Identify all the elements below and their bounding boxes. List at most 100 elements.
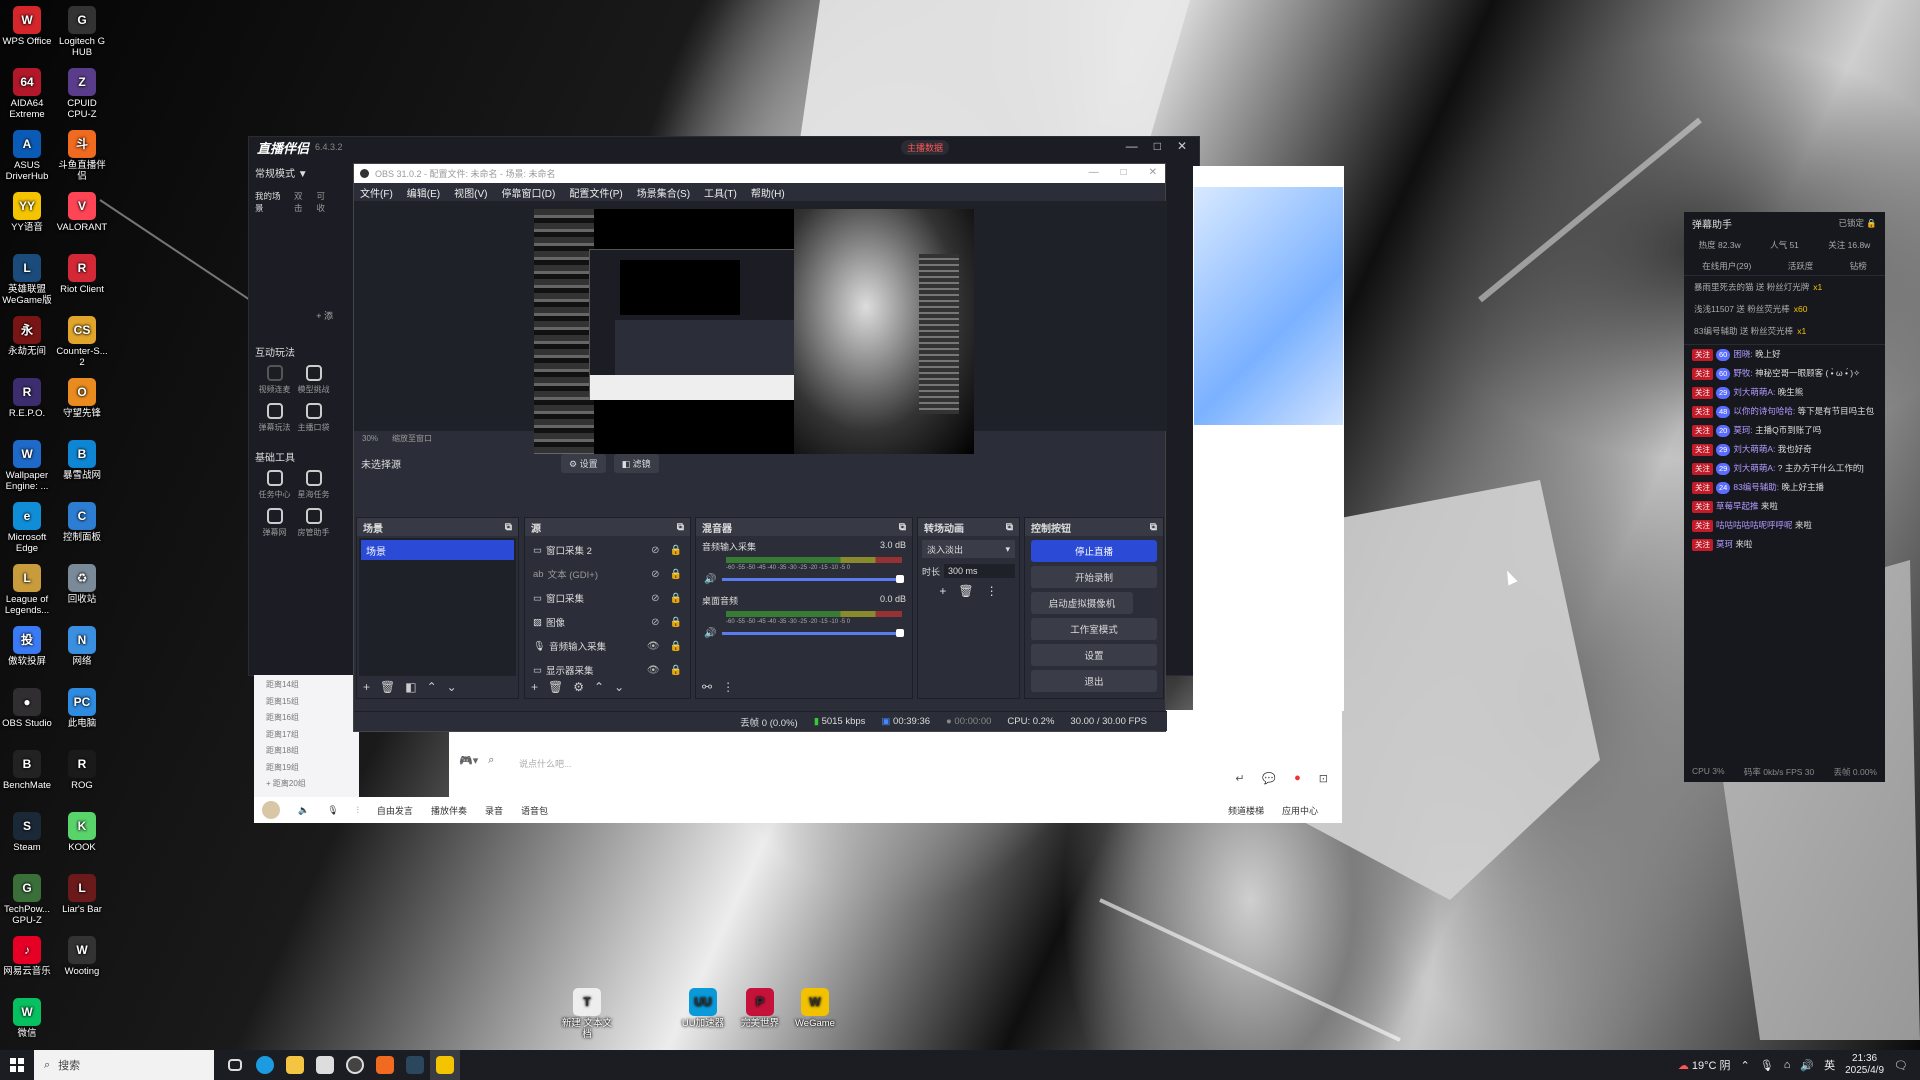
danmu-play-item[interactable]: 弹幕玩法 [255,403,294,433]
list-item[interactable]: 距离15组 [266,694,347,711]
source-item[interactable]: ▭ 窗口采集 2 ⊘ 🔒 [527,538,688,562]
eye-off-icon[interactable]: ⊘ [651,545,659,556]
tab-double[interactable]: 双击 [294,190,311,214]
live-data-button[interactable]: 主播数据 [900,139,949,155]
tab-other[interactable]: 可收 [317,190,334,214]
taskbar-yy[interactable] [430,1050,460,1080]
bgm-button[interactable]: 播放伴奏 [431,804,467,817]
desktop-icon[interactable]: UU UU加速器 [676,988,730,1029]
up-icon[interactable]: ⌃ [427,680,437,694]
desktop-icon[interactable]: P 完美世界 [733,988,787,1029]
enter-icon[interactable]: ↵ [1235,772,1244,785]
taskbar-edge[interactable] [250,1050,280,1080]
desktop-icon[interactable]: L 英雄联盟WeGame版 [0,254,54,306]
speaker-icon[interactable]: 🔈 [298,805,309,816]
free-talk-button[interactable]: 自由发言 [377,804,413,817]
lock-icon[interactable]: 🔒 [670,545,682,556]
clock[interactable]: 21:36 2025/4/9 [1845,1053,1884,1077]
source-item[interactable]: ▨ 图像 ⊘ 🔒 [527,610,688,634]
exit-button[interactable]: 退出 [1031,670,1157,692]
user-name[interactable]: 咕咕咕咕咕呢呼呼呢 [1716,520,1793,530]
up-icon[interactable]: ⌃ [594,680,604,694]
list-item[interactable]: 距离14组 [266,677,347,694]
more-icon[interactable]: ⋮ [722,680,734,694]
user-name[interactable]: 83编号辅助: [1733,482,1779,492]
user-name[interactable]: 刘大萌萌A: [1733,444,1775,454]
studio-mode-button[interactable]: 工作室模式 [1031,618,1157,640]
lock-icon[interactable]: 🔒 [670,641,682,652]
down-icon[interactable]: ⌄ [447,680,457,694]
comment-icon[interactable]: 💬 [1262,772,1276,785]
filter-icon[interactable]: ◧ [405,680,416,694]
minimize-icon[interactable]: — [1089,167,1099,178]
desktop-icon[interactable]: G TechPow... GPU-Z [0,874,54,926]
task-center-item[interactable]: 任务中心 [255,470,294,500]
add-icon[interactable]: + [363,680,370,694]
filters-button[interactable]: ◧ 滤镜 [613,453,659,473]
search-icon[interactable]: ⌕ [488,754,494,767]
menu-item[interactable]: 视图(V) [454,185,487,200]
lock-icon[interactable]: 🔒 [670,593,682,604]
desktop-icon[interactable]: A ASUS DriverHub [0,130,54,182]
list-item[interactable]: + 距离20组 [266,776,347,793]
add-icon[interactable]: + [939,584,946,598]
volume-icon[interactable]: 🔊 [1800,1059,1814,1072]
scene-item[interactable]: 场景 [361,540,514,560]
user-name[interactable]: 草莓早起推 [1716,501,1759,511]
taskbar-store[interactable] [310,1050,340,1080]
record-icon[interactable]: ● [1294,772,1301,785]
down-icon[interactable]: ⌄ [614,680,624,694]
tab-my-scene[interactable]: 我的场景 [255,190,288,214]
source-item[interactable]: 🎙 音频输入采集 👁 🔒 [527,634,688,658]
menu-item[interactable]: 场景集合(S) [637,185,690,200]
gamepad-icon[interactable]: 🎮▾ [459,754,478,767]
start-button[interactable] [0,1050,34,1080]
companion-titlebar[interactable]: 直播伴侣 6.4.3.2 主播数据 — □ ✕ [249,137,1199,157]
menu-item[interactable]: 帮助(H) [751,185,785,200]
trash-icon[interactable]: 🗑 [958,584,973,598]
stop-streaming-button[interactable]: 停止直播 [1031,540,1157,562]
taskbar-douyu[interactable] [370,1050,400,1080]
list-item[interactable]: 距离18组 [266,743,347,760]
settings-button[interactable]: 设置 [1031,644,1157,666]
close-icon[interactable]: ✕ [1149,167,1157,178]
eye-off-icon[interactable]: ⊘ [651,569,659,580]
desktop-icon[interactable]: W Wooting [55,936,109,977]
desktop-icon[interactable]: 64 AIDA64 Extreme [0,68,54,120]
user-name[interactable]: 困晓: [1733,349,1752,359]
start-recording-button[interactable]: 开始录制 [1031,566,1157,588]
desktop-icon[interactable]: L Liar's Bar [55,874,109,915]
lock-icon[interactable]: 🔒 [670,569,682,580]
star-task-item[interactable]: 星海任务 [294,470,333,500]
mic-icon[interactable]: 🎙 [327,805,338,816]
speaker-icon[interactable]: 🔊 [704,628,716,639]
source-item[interactable]: ▭ 窗口采集 ⊘ 🔒 [527,586,688,610]
desktop-icon[interactable]: C 控制面板 [55,502,109,543]
task-view-button[interactable] [220,1050,250,1080]
undock-icon[interactable]: ⧉ [1150,522,1157,533]
user-name[interactable]: 莫珂 [1716,539,1733,549]
volume-slider[interactable] [722,575,904,583]
eye-icon[interactable]: 👁 [647,665,660,676]
trash-icon[interactable]: 🗑 [548,680,563,694]
desktop-icon[interactable]: S Steam [0,812,54,853]
user-name[interactable]: 刘大萌萌A: [1733,463,1775,473]
user-name[interactable]: 刘大萌萌A: [1733,387,1775,397]
gear-icon[interactable]: ⚙ [573,680,584,694]
minimize-icon[interactable]: — [1126,139,1138,153]
volume-slider[interactable] [722,629,904,637]
desktop-icon[interactable]: G Logitech G HUB [55,6,109,58]
desktop-icon[interactable]: 斗斗鱼直播伴侣 [55,130,109,182]
desktop-icon[interactable]: ♪ 网易云音乐 [0,936,54,977]
desktop-icon[interactable]: ● OBS Studio [0,688,54,729]
desktop-icon[interactable]: R ROG [55,750,109,791]
tab-activity[interactable]: 活跃度 [1788,260,1814,272]
lock-icon[interactable]: 🔒 [670,665,682,676]
desktop-icon[interactable]: N 网络 [55,626,109,667]
eye-off-icon[interactable]: ⊘ [651,593,659,604]
notification-icon[interactable]: 🗨 [1894,1059,1908,1072]
user-name[interactable]: 以你的诗句哈哈: [1733,406,1795,416]
mode-select[interactable]: 常规模式 ▼ [255,165,333,180]
lock-icon[interactable]: 🔒 [670,617,682,628]
user-name[interactable]: 野牧: [1733,368,1752,378]
